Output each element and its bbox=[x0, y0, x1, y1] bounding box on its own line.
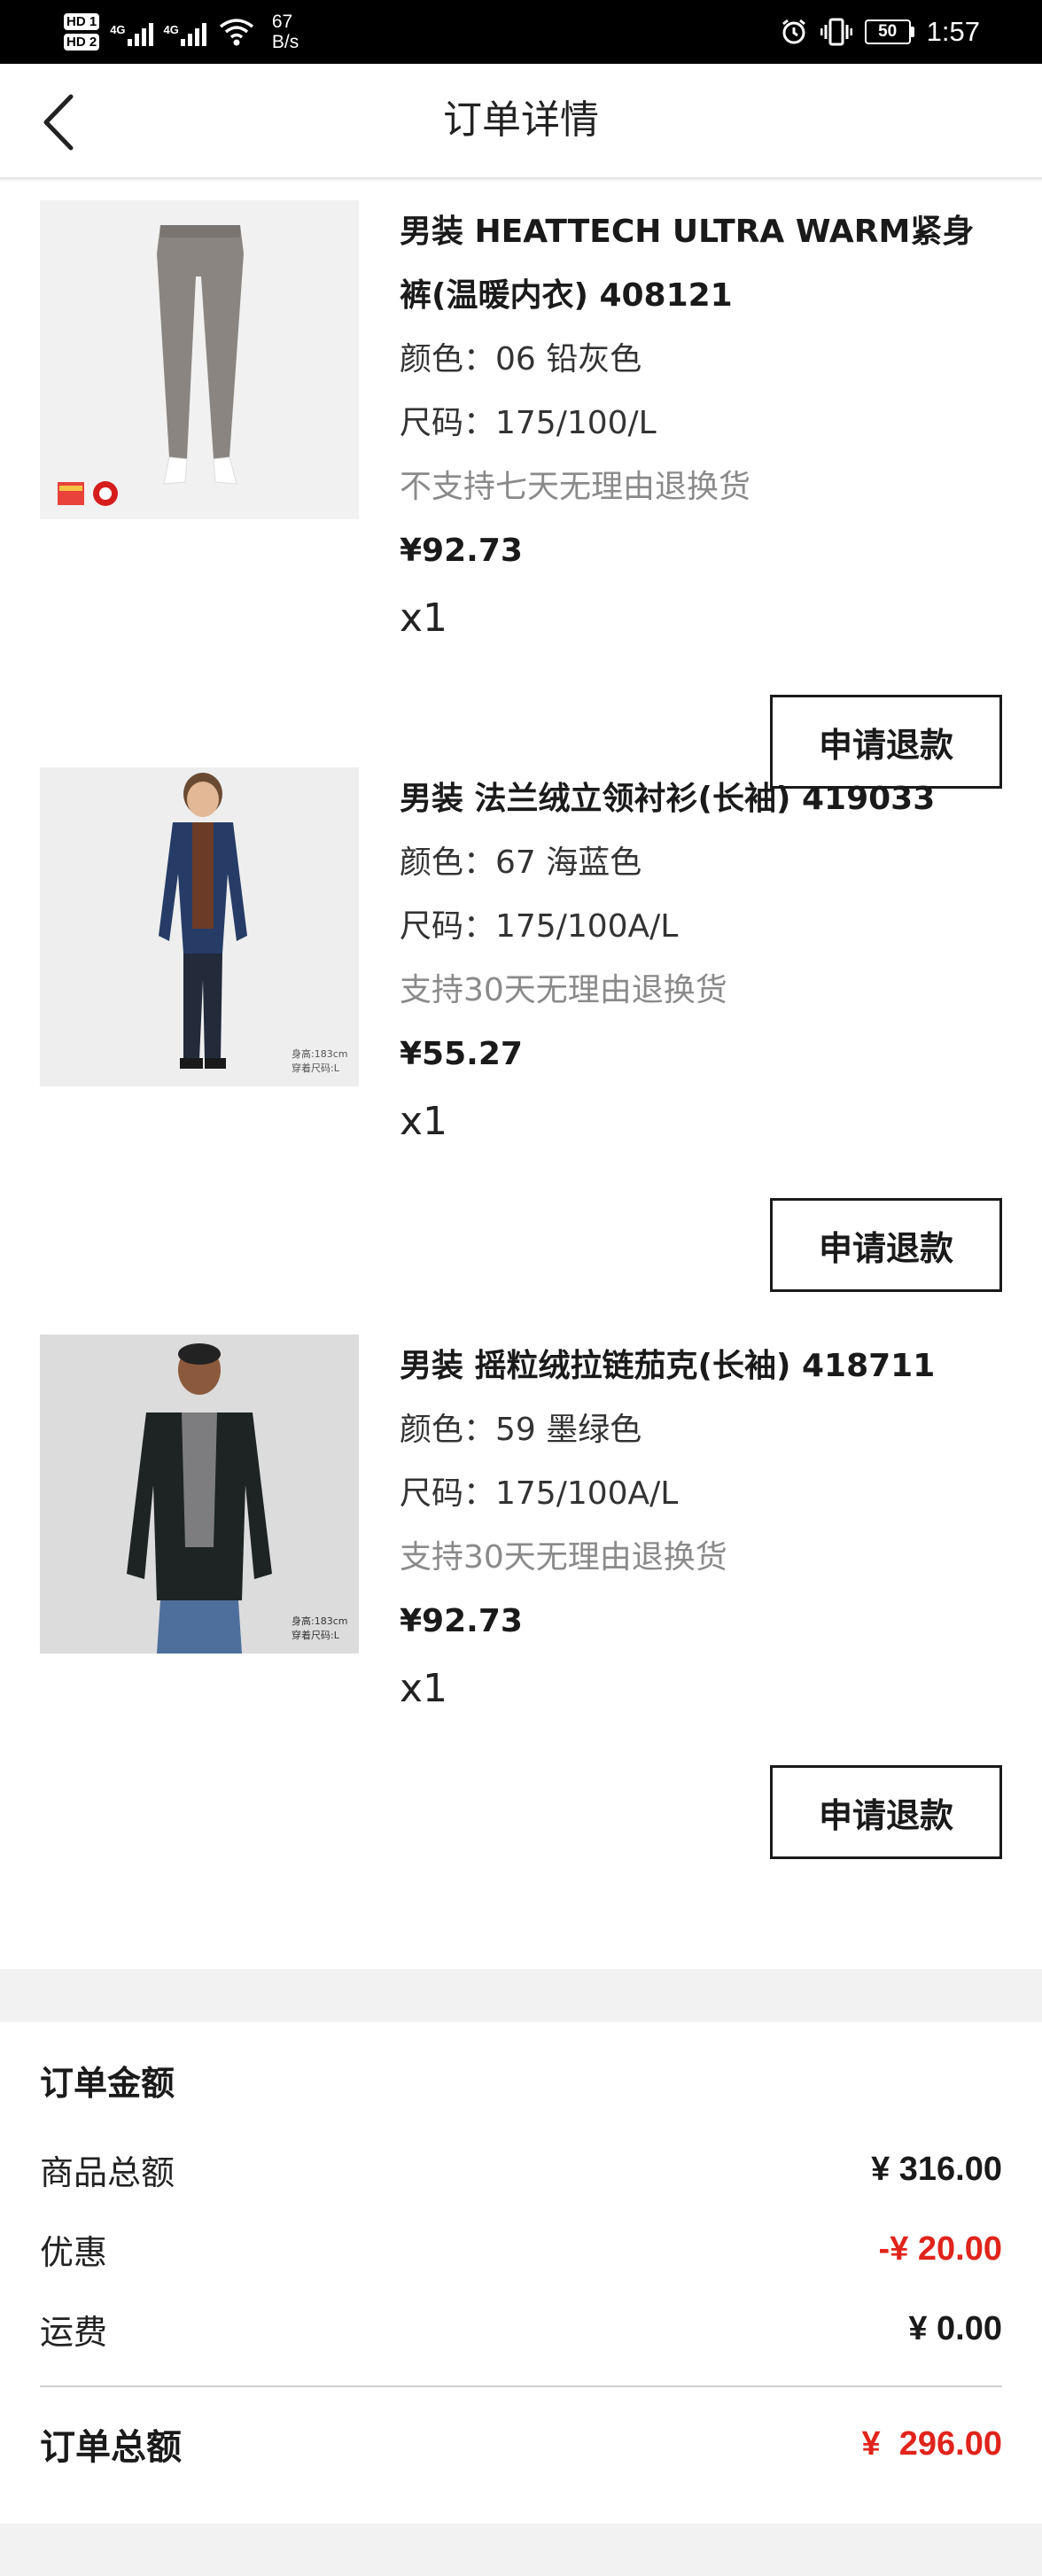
item-info: 男装 HEATTECH ULTRA WARM紧身裤(温暖内衣) 408121 颜… bbox=[400, 200, 1002, 654]
summary-value: ¥ 0.00 bbox=[908, 2309, 1002, 2347]
battery-level: 50 bbox=[864, 19, 911, 44]
item-info: 男装 摇粒绒拉链茄克(长袖) 418711 颜色：59 墨绿色 尺码：175/1… bbox=[400, 1335, 1002, 1724]
image-caption: 身高:183cm 穿着尺码:L bbox=[292, 1615, 347, 1643]
image-caption-size: 穿着尺码:L bbox=[292, 1630, 339, 1641]
product-color: 颜色：67 海蓝色 bbox=[400, 844, 642, 881]
return-policy: 支持30天无理由退换货 bbox=[400, 972, 727, 1008]
product-color: 颜色：59 墨绿色 bbox=[400, 1412, 642, 1448]
back-button[interactable] bbox=[34, 90, 83, 154]
net-speed-value: 67 bbox=[271, 12, 293, 32]
status-bar: HD 1 HD 2 4G 4G 67 B/s 50 1:57 bbox=[0, 0, 1042, 64]
product-name[interactable]: 男装 摇粒绒拉链茄克(长袖) 418711 bbox=[400, 1335, 1002, 1398]
product-image[interactable] bbox=[40, 200, 359, 519]
summary-row-shipping: 运费 ¥ 0.00 bbox=[40, 2302, 1002, 2355]
summary-value: -¥ 20.00 bbox=[878, 2230, 1002, 2268]
summary-value: ¥ 316.00 bbox=[871, 2150, 1002, 2188]
battery-icon: 50 bbox=[864, 19, 914, 44]
item-info: 男装 法兰绒立领衬衫(长袖) 419033 颜色：67 海蓝色 尺码：175/1… bbox=[400, 767, 1002, 1157]
signal-1-bars bbox=[127, 18, 153, 46]
net-speed: 67 B/s bbox=[272, 12, 299, 52]
summary-row-subtotal: 商品总额 ¥ 316.00 bbox=[40, 2143, 1002, 2196]
summary-title: 订单金额 bbox=[40, 2064, 175, 2103]
product-image[interactable]: 身高:183cm 穿着尺码:L bbox=[40, 1335, 359, 1654]
product-name[interactable]: 男装 HEATTECH ULTRA WARM紧身裤(温暖内衣) 408121 bbox=[400, 200, 1002, 328]
product-price: ¥55.27 bbox=[400, 1036, 523, 1072]
nav-header: 订单详情 bbox=[0, 64, 1042, 179]
summary-row-discount: 优惠 -¥ 20.00 bbox=[40, 2222, 1002, 2276]
summary-label: 运费 bbox=[40, 2312, 108, 2352]
product-size: 尺码：175/100/L bbox=[400, 405, 657, 441]
product-size: 尺码：175/100A/L bbox=[400, 1475, 679, 1512]
image-caption-size: 穿着尺码:L bbox=[292, 1062, 339, 1074]
clock: 1:57 bbox=[926, 16, 980, 47]
alarm-icon bbox=[782, 19, 805, 44]
image-caption-height: 身高:183cm bbox=[292, 1048, 348, 1060]
return-policy: 支持30天无理由退换货 bbox=[400, 1539, 727, 1576]
summary-divider bbox=[40, 2385, 1002, 2387]
product-color: 颜色：06 铅灰色 bbox=[400, 341, 642, 377]
image-caption: 身高:183cm 穿着尺码:L bbox=[292, 1047, 347, 1076]
product-price: ¥92.73 bbox=[400, 1603, 523, 1639]
chevron-left-icon bbox=[43, 94, 74, 151]
wifi-icon bbox=[219, 19, 253, 46]
page-title: 订单详情 bbox=[443, 97, 599, 143]
model-fleece-jacket-photo bbox=[40, 1335, 359, 1654]
summary-label: 商品总额 bbox=[40, 2152, 175, 2192]
total-value: ¥ 296.00 bbox=[861, 2424, 1002, 2463]
net-speed-unit: B/s bbox=[271, 32, 299, 52]
product-name[interactable]: 男装 法兰绒立领衬衫(长袖) 419033 bbox=[400, 767, 1002, 831]
hd1-badge: HD 1 bbox=[64, 13, 100, 30]
status-left: HD 1 HD 2 4G 4G 67 B/s bbox=[64, 5, 299, 58]
order-items: 男装 HEATTECH ULTRA WARM紧身裤(温暖内衣) 408121 颜… bbox=[0, 181, 1042, 1969]
summary-label: 优惠 bbox=[40, 2232, 108, 2272]
signal-2-icon: 4G bbox=[164, 18, 206, 46]
product-quantity: x1 bbox=[400, 1666, 448, 1711]
signal-1-label: 4G bbox=[110, 23, 126, 36]
product-image[interactable]: 身高:183cm 穿着尺码:L bbox=[40, 767, 359, 1086]
model-navy-shirt-photo bbox=[40, 767, 359, 1086]
hd-badges: HD 1 HD 2 bbox=[64, 13, 100, 51]
gray-leggings-photo bbox=[40, 200, 359, 519]
signal-2-label: 4G bbox=[163, 23, 179, 36]
order-amount-section: 订单金额 商品总额 ¥ 316.00 优惠 -¥ 20.00 运费 ¥ 0.00… bbox=[0, 2022, 1042, 2524]
signal-2-bars bbox=[180, 18, 206, 46]
product-quantity: x1 bbox=[400, 595, 448, 641]
refund-button[interactable]: 申请退款 bbox=[770, 1198, 1002, 1292]
product-quantity: x1 bbox=[400, 1099, 448, 1144]
image-caption-height: 身高:183cm bbox=[292, 1615, 348, 1627]
status-right: 50 1:57 bbox=[780, 0, 980, 64]
vibrate-icon bbox=[820, 18, 852, 46]
hd2-badge: HD 2 bbox=[64, 34, 100, 51]
product-size: 尺码：175/100A/L bbox=[400, 908, 679, 945]
summary-row-total: 订单总额 ¥ 296.00 bbox=[40, 2417, 1002, 2471]
refund-button[interactable]: 申请退款 bbox=[770, 1765, 1002, 1859]
total-label: 订单总额 bbox=[40, 2427, 182, 2468]
signal-1-icon: 4G bbox=[110, 18, 153, 46]
return-policy: 不支持七天无理由退换货 bbox=[400, 469, 751, 505]
product-price: ¥92.73 bbox=[400, 533, 523, 569]
